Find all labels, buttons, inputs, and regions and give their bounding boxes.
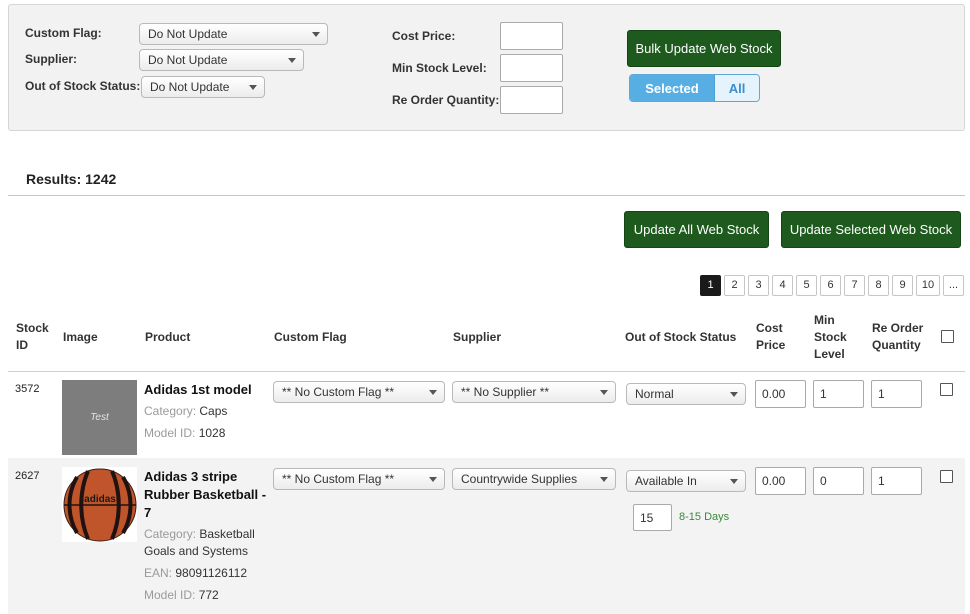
header-cost-price: Cost Price bbox=[756, 321, 786, 352]
custom-flag-filter-label: Custom Flag: bbox=[25, 26, 102, 40]
page-2-button[interactable]: 2 bbox=[724, 275, 745, 296]
update-all-web-stock-button[interactable]: Update All Web Stock bbox=[624, 211, 769, 248]
chevron-down-icon bbox=[249, 85, 257, 90]
custom-flag-select[interactable]: ** No Custom Flag ** bbox=[273, 468, 445, 490]
header-out-of-stock: Out of Stock Status bbox=[625, 330, 737, 344]
row-select-checkbox[interactable] bbox=[940, 383, 953, 396]
page-4-button[interactable]: 4 bbox=[772, 275, 793, 296]
scope-all-option[interactable]: All bbox=[715, 75, 759, 101]
header-product: Product bbox=[145, 330, 191, 344]
chevron-down-icon bbox=[600, 477, 608, 482]
cost-price-input[interactable] bbox=[755, 467, 806, 495]
stock-id: 2627 bbox=[15, 470, 40, 482]
page-1-button[interactable]: 1 bbox=[700, 275, 721, 296]
page-7-button[interactable]: 7 bbox=[844, 275, 865, 296]
page-6-button[interactable]: 6 bbox=[820, 275, 841, 296]
custom-flag-filter-value: Do Not Update bbox=[148, 27, 228, 41]
reorder-quantity-input[interactable] bbox=[871, 467, 922, 495]
pagination: 1 2 3 4 5 6 7 8 9 10 ... bbox=[700, 275, 964, 296]
product-model-id: Model ID: 772 bbox=[144, 588, 219, 602]
stock-id: 3572 bbox=[15, 383, 40, 395]
available-days-input[interactable] bbox=[633, 504, 672, 531]
header-min-stock: Min Stock Level bbox=[814, 313, 847, 361]
page-more-button[interactable]: ... bbox=[943, 275, 964, 296]
product-image[interactable]: Test bbox=[62, 380, 137, 455]
supplier-select[interactable]: ** No Supplier ** bbox=[452, 381, 616, 403]
reorder-quantity-input[interactable] bbox=[871, 380, 922, 408]
product-name[interactable]: Adidas 1st model bbox=[144, 381, 269, 399]
chevron-down-icon bbox=[288, 58, 296, 63]
min-stock-filter-input[interactable] bbox=[500, 54, 563, 82]
product-name[interactable]: Adidas 3 stripe Rubber Basketball - 7 bbox=[144, 468, 269, 522]
supplier-select[interactable]: Countrywide Supplies bbox=[452, 468, 616, 490]
update-scope-toggle: Selected All bbox=[629, 74, 760, 102]
custom-flag-filter-select[interactable]: Do Not Update bbox=[139, 23, 328, 45]
page-3-button[interactable]: 3 bbox=[748, 275, 769, 296]
chevron-down-icon bbox=[730, 392, 738, 397]
image-placeholder-text: Test bbox=[90, 412, 109, 423]
product-model-id: Model ID: 1028 bbox=[144, 426, 226, 440]
header-image: Image bbox=[63, 330, 98, 344]
chevron-down-icon bbox=[429, 390, 437, 395]
page-9-button[interactable]: 9 bbox=[892, 275, 913, 296]
product-category: Category: Basketball Goals and Systems bbox=[144, 527, 255, 558]
page-8-button[interactable]: 8 bbox=[868, 275, 889, 296]
chevron-down-icon bbox=[600, 390, 608, 395]
header-reorder: Re Order Quantity bbox=[872, 321, 924, 352]
reorder-filter-input[interactable] bbox=[500, 86, 563, 114]
chevron-down-icon bbox=[429, 477, 437, 482]
results-count: Results: 1242 bbox=[26, 171, 117, 187]
chevron-down-icon bbox=[730, 479, 738, 484]
header-custom-flag: Custom Flag bbox=[274, 330, 347, 344]
reorder-filter-label: Re Order Quantity: bbox=[392, 93, 500, 107]
out-of-stock-filter-select[interactable]: Do Not Update bbox=[141, 76, 265, 98]
cost-price-filter-label: Cost Price: bbox=[392, 29, 456, 43]
supplier-filter-value: Do Not Update bbox=[148, 53, 228, 67]
custom-flag-select[interactable]: ** No Custom Flag ** bbox=[273, 381, 445, 403]
cost-price-input[interactable] bbox=[755, 380, 806, 408]
supplier-filter-select[interactable]: Do Not Update bbox=[139, 49, 304, 71]
bulk-update-web-stock-button[interactable]: Bulk Update Web Stock bbox=[627, 30, 781, 67]
min-stock-input[interactable] bbox=[813, 467, 864, 495]
cost-price-filter-input[interactable] bbox=[500, 22, 563, 50]
header-stock-id: Stock ID bbox=[16, 321, 49, 352]
out-of-stock-filter-label: Out of Stock Status: bbox=[25, 79, 141, 93]
basketball-icon: adidas bbox=[63, 468, 136, 541]
select-all-checkbox[interactable] bbox=[941, 330, 954, 343]
min-stock-input[interactable] bbox=[813, 380, 864, 408]
min-stock-filter-label: Min Stock Level: bbox=[392, 61, 487, 75]
product-ean: EAN: 98091126112 bbox=[144, 566, 247, 580]
out-of-stock-select[interactable]: Normal bbox=[626, 383, 746, 405]
product-category: Category: Caps bbox=[144, 404, 228, 418]
supplier-filter-label: Supplier: bbox=[25, 52, 78, 66]
scope-selected-option[interactable]: Selected bbox=[630, 75, 715, 101]
out-of-stock-filter-value: Do Not Update bbox=[150, 80, 230, 94]
chevron-down-icon bbox=[312, 32, 320, 37]
basketball-image[interactable]: adidas bbox=[62, 467, 137, 542]
header-divider bbox=[8, 371, 965, 372]
page-5-button[interactable]: 5 bbox=[796, 275, 817, 296]
header-supplier: Supplier bbox=[453, 330, 502, 344]
available-days-text: 8-15 Days bbox=[679, 511, 730, 523]
brand-logo: adidas bbox=[84, 494, 116, 505]
row-select-checkbox[interactable] bbox=[940, 470, 953, 483]
page-10-button[interactable]: 10 bbox=[916, 275, 940, 296]
divider bbox=[8, 195, 965, 196]
update-selected-web-stock-button[interactable]: Update Selected Web Stock bbox=[781, 211, 961, 248]
out-of-stock-select[interactable]: Available In bbox=[626, 470, 746, 492]
